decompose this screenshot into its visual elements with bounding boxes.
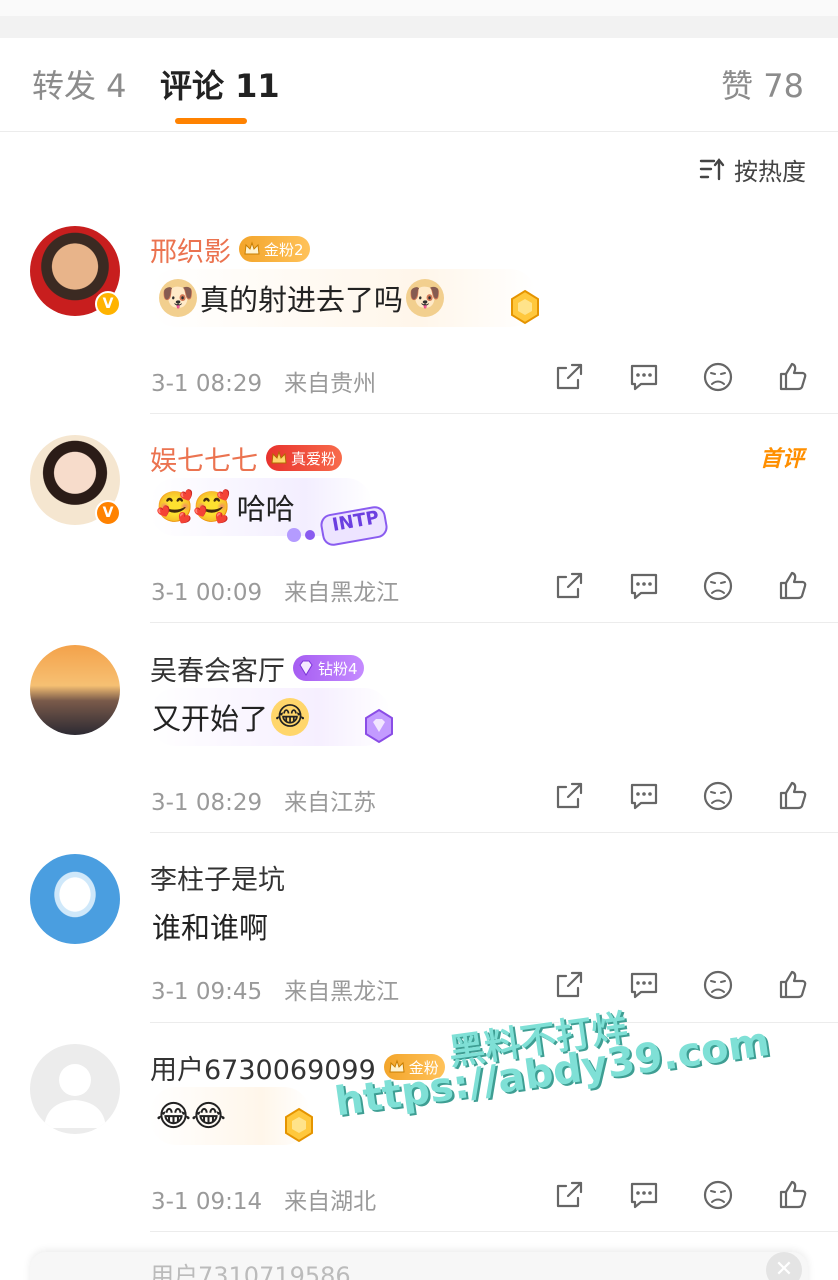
diamond-icon [299,660,313,676]
reply-icon[interactable] [627,1178,661,1212]
comment-time: 3-1 09:45 [151,979,263,1005]
crown-icon [271,450,287,464]
comment-actions [552,779,810,813]
reply-icon[interactable] [627,968,661,1002]
comment-meta: 3-1 08:29 来自江苏 [151,783,376,817]
divider [150,622,838,623]
comment-location: 来自黑龙江 [284,979,400,1005]
fan-badge[interactable]: 钻粉4 [293,655,364,681]
comment-bubble[interactable]: 又开始了 😂 [150,688,393,746]
reply-icon[interactable] [627,360,661,394]
doge-emoji: 🐶 [159,279,197,317]
avatar[interactable] [30,645,120,735]
sort-icon [699,158,725,181]
comment-actions [552,360,810,394]
comment-time: 3-1 00:09 [151,580,263,606]
crown-icon [244,241,260,255]
share-icon[interactable] [552,360,586,394]
username[interactable]: 李柱子是坑 [150,858,285,897]
comment-meta: 3-1 09:45 来自黑龙江 [151,972,399,1006]
default-avatar-icon [44,1064,106,1128]
avatar[interactable] [30,1044,120,1134]
verified-badge: V [95,291,121,317]
laugh-cry-emoji: 😂 [271,698,310,736]
avatar[interactable] [30,854,120,944]
like-icon[interactable] [776,360,810,394]
comment-location: 来自贵州 [284,371,377,397]
comment-bubble[interactable]: 谁和谁啊 [150,897,350,955]
tab-repost[interactable]: 转发 4 [32,66,127,106]
share-icon[interactable] [552,968,586,1002]
comment-time: 3-1 09:14 [151,1189,263,1215]
comment-location: 来自黑龙江 [284,580,400,606]
fan-badge[interactable]: 金粉2 [239,236,310,262]
like-icon[interactable] [776,1178,810,1212]
blush-emoji: 🥰🥰 [156,489,231,525]
comment-actions [552,1178,810,1212]
username[interactable]: 娱七七七 [150,439,258,478]
username[interactable]: 邢织影 [150,230,231,269]
comment-text: 谁和谁啊 [152,911,269,945]
gold-fan-sticker-icon [285,1107,313,1143]
diamond-fan-sticker-icon [365,708,393,744]
comment-meta: 3-1 09:14 来自湖北 [151,1182,376,1216]
dislike-icon[interactable] [701,968,735,1002]
fan-badge-label: 真爱粉 [291,449,337,468]
comment-time: 3-1 08:29 [151,371,263,397]
like-icon[interactable] [776,779,810,813]
dislike-icon[interactable] [701,1178,735,1212]
sort-label: 按热度 [734,157,806,186]
like-icon[interactable] [776,569,810,603]
reply-icon[interactable] [627,779,661,813]
verified-badge: V [95,500,121,526]
comment-text: 又开始了 [152,702,269,736]
tab-comments[interactable]: 评论 11 [160,66,280,106]
dislike-icon[interactable] [701,360,735,394]
comment-bubble[interactable]: 🐶 真的射进去了吗 🐶 [150,269,539,327]
comment-location: 来自湖北 [284,1189,377,1215]
sort-by-hot-button[interactable]: 按热度 [698,152,806,186]
first-comment-tag: 首评 [759,447,804,472]
comment-meta: 3-1 00:09 来自黑龙江 [151,573,399,607]
dislike-icon[interactable] [701,569,735,603]
comment-actions [552,569,810,603]
share-icon[interactable] [552,779,586,813]
share-icon[interactable] [552,1178,586,1212]
divider [150,832,838,833]
tab-likes[interactable]: 赞 78 [721,66,804,106]
floating-panel[interactable]: 用户7310719586 ✕ [30,1252,808,1280]
fan-badge[interactable]: 真爱粉 [266,445,343,471]
peek-username: 用户7310719586 [150,1262,351,1280]
doge-emoji: 🐶 [406,279,445,317]
reply-icon[interactable] [627,569,661,603]
intp-sticker: INTP [272,505,388,547]
divider [150,413,838,414]
divider [150,1231,838,1232]
share-icon[interactable] [552,569,586,603]
comment-text: 真的射进去了吗 [200,283,404,317]
comment-location: 来自江苏 [284,790,377,816]
comment-time: 3-1 08:29 [151,790,263,816]
fan-badge-label: 金粉2 [264,240,304,259]
laugh-cry-emoji: 😂😂 [156,1098,227,1134]
comment-actions [552,968,810,1002]
close-icon[interactable]: ✕ [766,1252,802,1280]
like-icon[interactable] [776,968,810,1002]
username[interactable]: 吴春会客厅 [150,649,285,688]
active-tab-indicator [175,118,247,124]
tab-bar: 转发 4 评论 11 赞 78 [0,38,838,132]
comment-meta: 3-1 08:29 来自贵州 [151,364,376,398]
fan-badge-label: 钻粉4 [318,659,358,678]
previous-section-strip [0,0,838,38]
gold-fan-sticker-icon [511,289,539,325]
comment-bubble[interactable]: 😂😂 [150,1087,313,1145]
dislike-icon[interactable] [701,779,735,813]
